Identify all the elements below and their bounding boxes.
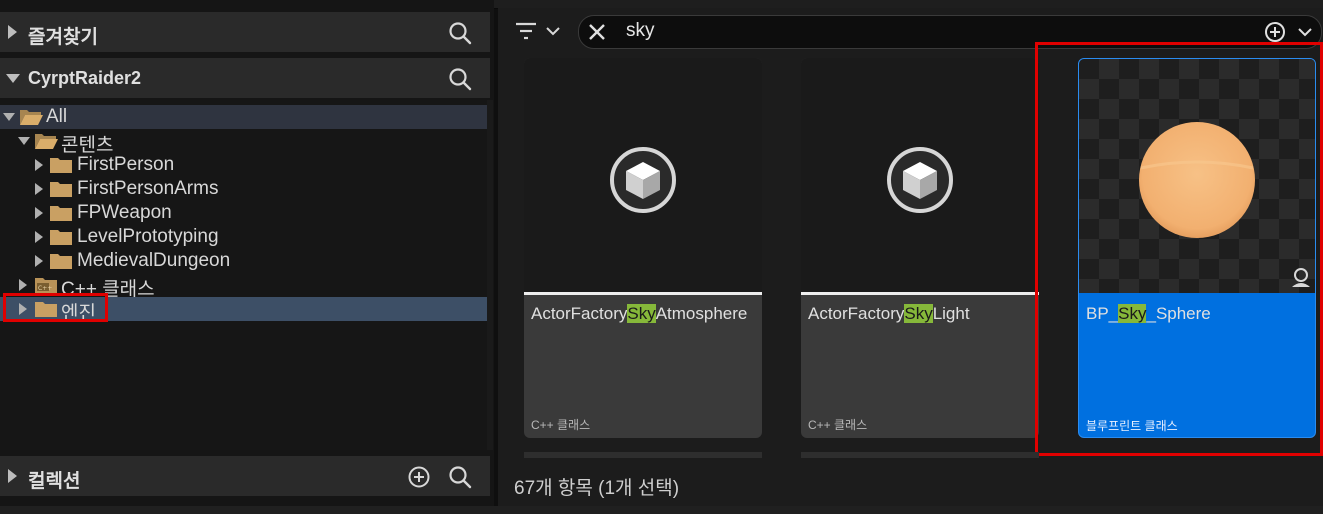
bottom-strip xyxy=(0,506,1323,514)
asset-name-part: ActorFactory xyxy=(531,304,628,323)
project-label: CyrptRaider2 xyxy=(28,68,142,88)
folder-icon xyxy=(50,158,72,173)
search-icon[interactable] xyxy=(447,20,473,46)
tree-item-medievaldungeon[interactable]: MedievalDungeon xyxy=(0,249,488,273)
add-filter-icon[interactable] xyxy=(1264,21,1286,43)
svg-text:C++: C++ xyxy=(38,285,52,292)
asset-name-part: ActorFactory xyxy=(808,304,905,323)
expand-icon[interactable] xyxy=(8,25,17,39)
expand-icon[interactable] xyxy=(35,231,43,243)
tree-item-label: All xyxy=(46,106,68,127)
collapse-icon[interactable] xyxy=(6,74,20,83)
folder-icon xyxy=(50,182,72,197)
collapse-icon[interactable] xyxy=(3,113,15,121)
collapse-icon[interactable] xyxy=(18,137,30,145)
add-icon[interactable] xyxy=(406,464,432,490)
folder-icon xyxy=(50,206,72,221)
expand-icon[interactable] xyxy=(35,183,43,195)
cpp-class-icon xyxy=(887,147,953,213)
filter-icon[interactable] xyxy=(514,20,538,42)
asset-card[interactable]: ActorFactorySkyLight C++ 클래스 xyxy=(801,58,1039,438)
asset-name-part: Light xyxy=(932,304,970,323)
tree-item-label: FirstPersonArms xyxy=(77,178,219,199)
tree-scrollbar[interactable] xyxy=(487,100,493,450)
cpp-class-icon xyxy=(610,147,676,213)
divider xyxy=(524,292,762,295)
asset-thumbnail xyxy=(524,58,762,292)
favorites-label: 즐겨찾기 xyxy=(28,27,98,48)
search-icon[interactable] xyxy=(447,66,473,92)
folder-open-icon xyxy=(35,134,58,149)
expand-icon[interactable] xyxy=(35,255,43,267)
collections-label: 컬렉션 xyxy=(28,471,81,492)
tree-item-label: FirstPerson xyxy=(77,154,175,175)
chevron-down-icon[interactable] xyxy=(545,25,561,37)
tree-item-levelprototyping[interactable]: LevelPrototyping xyxy=(0,225,488,249)
search-match-highlight: Sky xyxy=(904,304,933,323)
tree-item-label: FPWeapon xyxy=(77,202,172,223)
project-header[interactable]: CyrptRaider2 xyxy=(0,58,490,98)
asset-card-partial xyxy=(524,452,762,458)
search-input[interactable]: sky xyxy=(626,20,655,42)
item-count-status: 67개 항목 (1개 선택) xyxy=(514,478,680,499)
tree-item-fpweapon[interactable]: FPWeapon xyxy=(0,201,488,225)
expand-icon[interactable] xyxy=(35,159,43,171)
asset-card-partial xyxy=(801,452,1039,458)
asset-name-part: Atmosphere xyxy=(655,304,748,323)
tree-item-label: LevelPrototyping xyxy=(77,226,219,247)
collections-header[interactable]: 컬렉션 xyxy=(0,456,490,496)
asset-thumbnail xyxy=(801,58,1039,292)
favorites-header[interactable]: 즐겨찾기 xyxy=(0,12,490,52)
tree-item-firstperson[interactable]: FirstPerson xyxy=(0,153,488,177)
expand-icon[interactable] xyxy=(19,279,27,291)
asset-card[interactable]: ActorFactorySkyAtmosphere C++ 클래스 xyxy=(524,58,762,438)
chevron-down-icon[interactable] xyxy=(1297,26,1313,38)
annotation-box xyxy=(1035,42,1323,456)
cpp-folder-icon: C++ xyxy=(35,278,57,293)
folder-icon xyxy=(50,254,72,269)
expand-icon[interactable] xyxy=(8,469,17,483)
folder-tree: All 콘텐츠 FirstPerson FirstPersonArms FPWe… xyxy=(0,100,490,450)
asset-name: ActorFactorySkyLight xyxy=(808,304,970,324)
asset-name: ActorFactorySkyAtmosphere xyxy=(531,304,747,324)
annotation-box xyxy=(3,293,108,322)
tree-item-firstpersonarms[interactable]: FirstPersonArms xyxy=(0,177,488,201)
folder-icon xyxy=(50,230,72,245)
divider xyxy=(801,292,1039,295)
asset-type: C++ 클래스 xyxy=(808,418,868,432)
tree-item-label: MedievalDungeon xyxy=(77,250,231,271)
tree-item-content[interactable]: 콘텐츠 xyxy=(0,129,488,156)
search-match-highlight: Sky xyxy=(627,304,656,323)
asset-type: C++ 클래스 xyxy=(531,418,591,432)
folder-open-icon xyxy=(20,110,43,125)
tree-item-all[interactable]: All xyxy=(0,105,488,129)
clear-icon[interactable] xyxy=(587,22,607,42)
expand-icon[interactable] xyxy=(35,207,43,219)
search-icon[interactable] xyxy=(447,464,473,490)
sources-panel: 즐겨찾기 CyrptRaider2 All 콘텐츠 FirstPerson Fi… xyxy=(0,0,494,514)
